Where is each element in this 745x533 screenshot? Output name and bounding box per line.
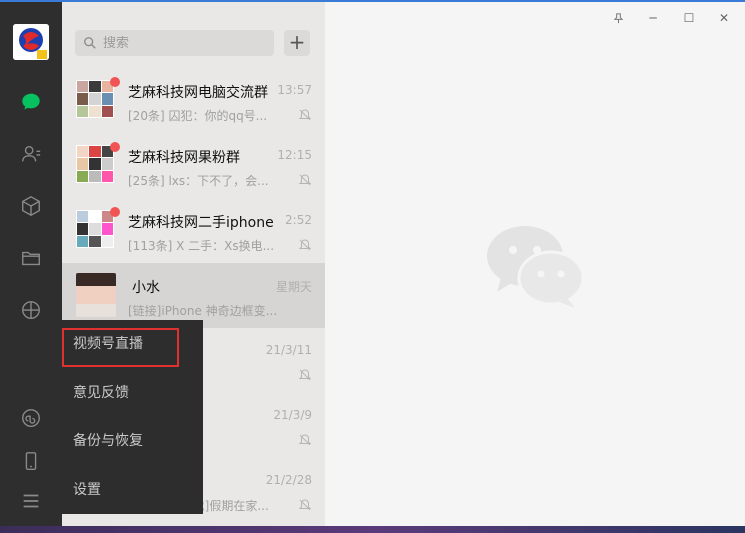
mute-icon: [298, 434, 312, 446]
add-button[interactable]: +: [284, 30, 310, 56]
chat-name: 芝麻科技网二手iphone: [128, 215, 274, 231]
wechat-logo-watermark: [487, 226, 585, 308]
chat-time: 21/2/28: [265, 473, 312, 487]
main-pane: ─ ☐ ✕: [325, 2, 745, 533]
unread-dot: [110, 77, 120, 87]
chat-avatar: [76, 273, 116, 317]
mute-icon: [298, 499, 312, 511]
chat-preview: [25条] lxs：下不了，会...: [128, 174, 269, 188]
minimize-button[interactable]: ─: [641, 8, 665, 28]
chat-time: 2:52: [285, 213, 312, 227]
folder-icon[interactable]: [17, 244, 45, 272]
chat-item[interactable]: 芝麻科技网二手iphone 2:52 [113条] X 二手：Xs换电...: [62, 198, 325, 263]
highlight-box: [62, 328, 179, 367]
chat-avatar: [76, 210, 114, 248]
mute-icon: [298, 369, 312, 381]
maximize-button[interactable]: ☐: [677, 8, 701, 28]
search-icon: [84, 37, 96, 49]
chat-name: 芝麻科技网电脑交流群: [128, 85, 268, 101]
desktop-strip: [0, 526, 745, 533]
user-avatar[interactable]: [13, 24, 49, 60]
unread-dot: [110, 207, 120, 217]
mute-icon: [298, 174, 312, 186]
phone-icon[interactable]: [17, 447, 45, 475]
chat-time: 13:57: [277, 83, 312, 97]
chat-time: 12:15: [277, 148, 312, 162]
chat-time: 星期天: [275, 280, 312, 294]
pin-icon[interactable]: [606, 8, 630, 28]
search-box[interactable]: [75, 30, 274, 56]
contacts-icon[interactable]: [17, 140, 45, 168]
collections-icon[interactable]: [17, 192, 45, 220]
chat-time: 21/3/11: [265, 343, 312, 357]
left-nav: [0, 2, 62, 533]
chat-preview: [链接]iPhone 神奇边框变...: [128, 304, 278, 318]
menu-item-backup-restore[interactable]: 备份与恢复: [62, 417, 203, 465]
mute-icon: [298, 109, 312, 121]
chat-avatar: [76, 80, 114, 118]
chat-preview: [113条] X 二手：Xs换电...: [128, 239, 275, 253]
close-button[interactable]: ✕: [712, 8, 736, 28]
chat-item[interactable]: 芝麻科技网果粉群 12:15 [25条] lxs：下不了，会...: [62, 133, 325, 198]
chat-item[interactable]: 芝麻科技网电脑交流群 13:57 [20条] 囚犯：你的qq号...: [62, 68, 325, 133]
chat-name: 小水: [132, 280, 160, 296]
chat-avatar: [76, 145, 114, 183]
menu-icon[interactable]: [17, 487, 45, 515]
menu-item-settings[interactable]: 设置: [62, 466, 203, 514]
unread-dot: [110, 142, 120, 152]
chat-preview: [20条] 囚犯：你的qq号...: [128, 109, 268, 123]
wechat-window: + 芝麻科技网电脑交流群 13:57 [20条] 囚犯：你的qq号... 芝麻科技网果…: [0, 0, 745, 533]
chat-time: 21/3/9: [273, 408, 312, 422]
moments-icon[interactable]: [17, 296, 45, 324]
mini-program-icon[interactable]: [17, 404, 45, 432]
search-input[interactable]: [103, 35, 273, 51]
chat-name: 芝麻科技网果粉群: [128, 150, 240, 166]
chat-icon[interactable]: [17, 88, 45, 116]
menu-item-feedback[interactable]: 意见反馈: [62, 369, 203, 417]
mute-icon: [298, 239, 312, 251]
chat-item[interactable]: 小水 星期天 [链接]iPhone 神奇边框变...: [62, 263, 325, 328]
